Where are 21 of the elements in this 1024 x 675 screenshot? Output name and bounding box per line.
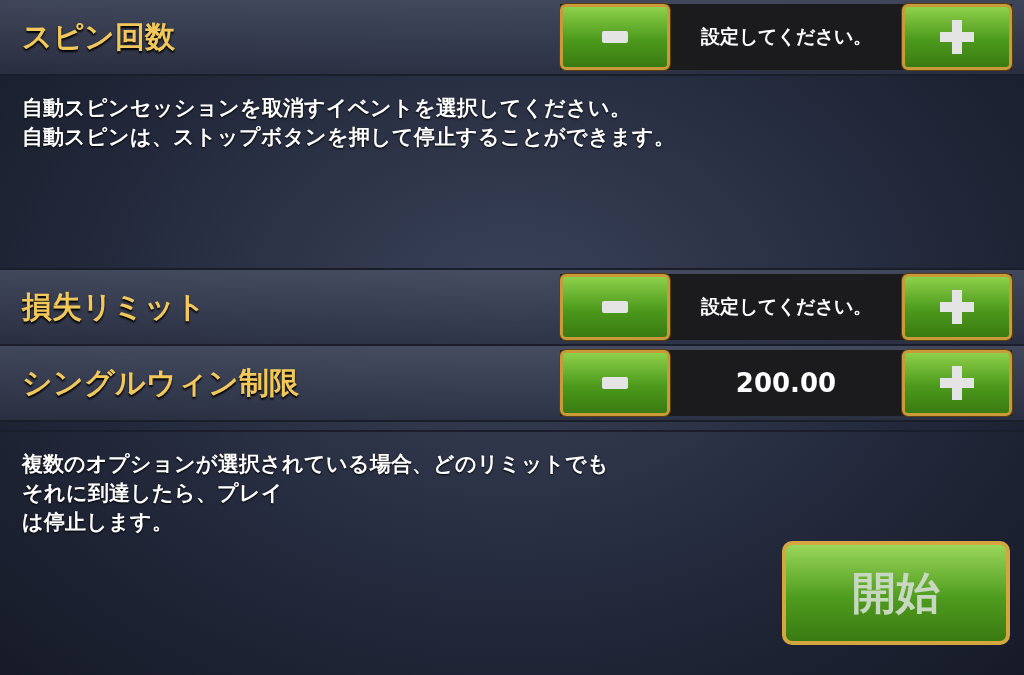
note-text: 複数のオプションが選択されている場合、どのリミットでも	[22, 451, 609, 478]
decrease-button[interactable]	[560, 350, 670, 416]
increase-button[interactable]	[902, 4, 1012, 70]
minus-icon	[602, 31, 628, 43]
note-text: それに到達したら、プレイ	[22, 480, 284, 507]
description-text: 自動スピンは、ストップボタンを押して停止することができます。	[22, 124, 676, 151]
increase-button[interactable]	[902, 274, 1012, 340]
note-text: は停止します。	[22, 509, 174, 536]
minus-icon	[602, 301, 628, 313]
start-button[interactable]: 開始	[782, 541, 1010, 645]
setting-label: シングルウィン制限	[22, 363, 299, 402]
decrease-button[interactable]	[560, 274, 670, 340]
description-text: 自動スピンセッションを取消すイベントを選択してください。	[22, 95, 632, 122]
increase-button[interactable]	[902, 350, 1012, 416]
stepper-value: 200.00	[734, 368, 838, 398]
decrease-button[interactable]	[560, 4, 670, 70]
stepper-value: 設定してください。	[699, 24, 873, 49]
setting-label: スピン回数	[22, 17, 175, 56]
stepper-value: 設定してください。	[699, 294, 873, 319]
setting-label: 損失リミット	[22, 287, 206, 326]
minus-icon	[602, 377, 628, 389]
